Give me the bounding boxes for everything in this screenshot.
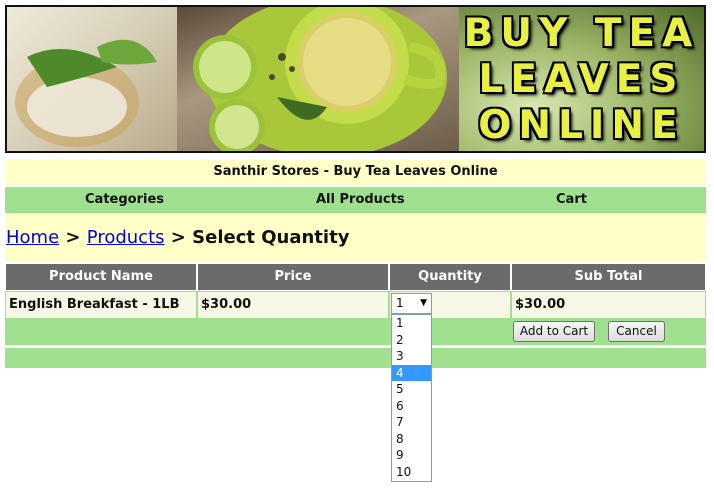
store-title: Santhir Stores - Buy Tea Leaves Online (5, 159, 706, 185)
quantity-select[interactable]: 1 ▼ (391, 293, 432, 314)
quantity-dropdown-list[interactable]: 1 2 3 4 5 6 7 8 9 10 (391, 314, 432, 482)
quantity-option[interactable]: 1 (392, 315, 431, 332)
add-to-cart-button[interactable]: Add to Cart (513, 321, 595, 342)
quantity-option[interactable]: 3 (392, 348, 431, 365)
quantity-option[interactable]: 8 (392, 431, 431, 448)
page: BUY TEA LEAVES ONLINE Santhir Stores - B… (0, 0, 714, 489)
quantity-option[interactable]: 6 (392, 398, 431, 415)
quantity-option[interactable]: 5 (392, 381, 431, 398)
banner-line-2: LEAVES (478, 57, 685, 102)
green-tea-cup-image (177, 7, 459, 151)
breadcrumb-current: Select Quantity (192, 227, 350, 248)
nav-all-products[interactable]: All Products (316, 187, 405, 213)
breadcrumb-products-link[interactable]: Products (87, 227, 165, 248)
table-actions-row (5, 319, 706, 345)
header-product-name: Product Name (6, 264, 196, 290)
cell-sub-total: $30.00 (512, 292, 705, 318)
breadcrumb-separator: > (164, 227, 193, 248)
nav-cart[interactable]: Cart (556, 187, 587, 213)
banner-line-3: ONLINE (478, 103, 685, 148)
main-nav: Categories All Products Cart (5, 187, 706, 213)
cancel-button[interactable]: Cancel (608, 321, 665, 342)
nav-categories[interactable]: Categories (85, 187, 164, 213)
quantity-select-value: 1 (396, 296, 404, 310)
quantity-option[interactable]: 9 (392, 447, 431, 464)
cell-price: $30.00 (198, 292, 388, 318)
chevron-down-icon[interactable]: ▼ (420, 294, 427, 313)
tea-glass-illustration (15, 39, 157, 147)
banner-line-1: BUY TEA (463, 11, 700, 56)
breadcrumb-separator: > (59, 227, 87, 248)
quantity-option[interactable]: 2 (392, 332, 431, 349)
table-row: English Breakfast - 1LB $30.00 $30.00 (5, 291, 706, 319)
quantity-option-highlighted[interactable]: 4 (392, 364, 431, 381)
breadcrumb: Home > Products > Select Quantity (5, 213, 706, 261)
header-sub-total: Sub Total (512, 264, 705, 290)
footer-bar (5, 348, 706, 368)
header-price: Price (198, 264, 388, 290)
banner-title: BUY TEA LEAVES ONLINE (459, 11, 704, 149)
table-header-row: Product Name Price Quantity Sub Total (5, 264, 706, 291)
quantity-option[interactable]: 10 (392, 464, 431, 481)
quantity-option[interactable]: 7 (392, 414, 431, 431)
tea-cup-illustration (193, 7, 447, 151)
cell-product-name: English Breakfast - 1LB (6, 292, 196, 318)
header-quantity: Quantity (390, 264, 510, 290)
header-banner: BUY TEA LEAVES ONLINE (5, 5, 706, 153)
tea-glass-image (7, 7, 177, 151)
breadcrumb-home-link[interactable]: Home (6, 227, 59, 248)
